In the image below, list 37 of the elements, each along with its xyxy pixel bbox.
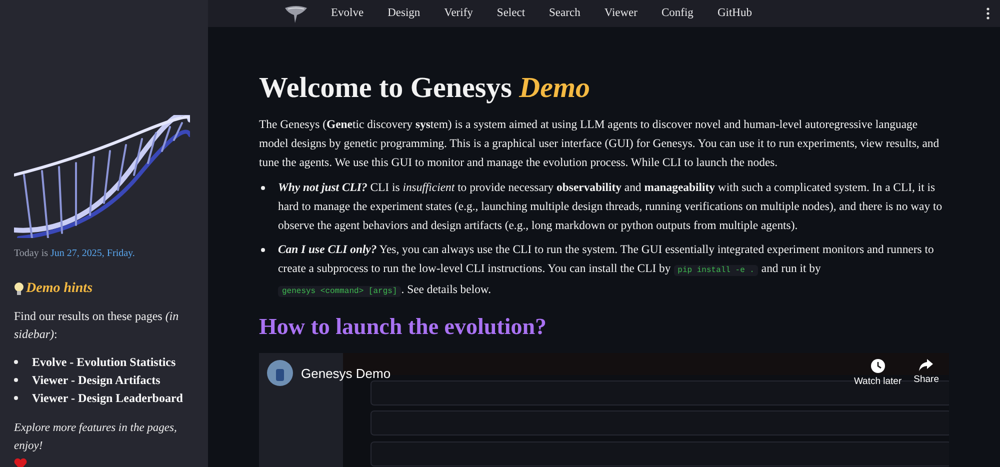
light-bulb-icon bbox=[14, 282, 24, 296]
share-icon bbox=[919, 359, 934, 371]
logo-icon[interactable] bbox=[283, 4, 309, 24]
hints-intro: Find our results on these pages (in sidebar): bbox=[14, 308, 180, 343]
section-heading: How to launch the evolution? bbox=[259, 313, 548, 341]
bullet-dot bbox=[261, 186, 265, 190]
bullet-dot bbox=[261, 248, 265, 252]
nav-link[interactable]: Design bbox=[376, 0, 432, 27]
channel-avatar-icon[interactable] bbox=[267, 360, 293, 386]
hint-item: Viewer - Design Leaderboard bbox=[32, 390, 183, 407]
inline-code: pip install -e . bbox=[674, 265, 758, 276]
bullet-text: Can I use CLI only? Yes, you can always use the CLI to run the system. The GUI essentially integrated experiment monitors and runners to create a subprocess to run the low-level CLI instructions. You can install the CLI by pip install -e . and run it by genesys <command> [args] . See details below. bbox=[278, 242, 935, 299]
nav-link[interactable]: Viewer bbox=[592, 0, 650, 27]
bullet-dot bbox=[14, 360, 18, 364]
bullet-dot bbox=[14, 396, 18, 400]
clock-icon bbox=[870, 359, 885, 373]
outro-text: Explore more features in the pages, enjoy! bbox=[14, 421, 178, 454]
hint-item: Viewer - Design Artifacts bbox=[32, 372, 160, 389]
nav-link[interactable]: Search bbox=[537, 0, 592, 27]
inline-code: genesys <command> [args] bbox=[278, 286, 402, 297]
watch-later-button[interactable]: Watch later bbox=[854, 359, 902, 387]
intro-paragraph: The Genesys (Genetic discovery system) is a system aimed at using LLM agents to discover novel and human-level autoregressive language model designs by genetic programming. This is a graphical user interface (GUI) for Genesys. You can use it to run experiments, view results, and tune the agents. We use this GUI to monitor and manage the evolution process. While CLI to launch the nodes. bbox=[259, 117, 940, 171]
menu-icon[interactable] bbox=[986, 7, 990, 20]
nav-link[interactable]: GitHub bbox=[705, 0, 764, 27]
bullet-text: Why not just CLI? CLI is insufficient to provide necessary observability and manageability with such a complicated system. In a CLI, it is hard to manage the experiment states (e.g., launching multiple design threads, running verifications on multiple nodes), and there is no way to observe the agent behaviors and design artifacts (e.g., long markdown or python outputs from multiple agents). bbox=[278, 180, 944, 234]
bullet-dot bbox=[14, 378, 18, 382]
date-text: Today is Jun 27, 2025, Friday. bbox=[14, 248, 136, 259]
nav-link[interactable]: Config bbox=[649, 0, 706, 27]
hints-title: Demo hints bbox=[26, 281, 93, 297]
nav-link[interactable]: Verify bbox=[432, 0, 485, 27]
video-title[interactable]: Genesys Demo bbox=[301, 366, 391, 380]
nav-link[interactable]: Evolve bbox=[319, 0, 376, 27]
share-button[interactable]: Share bbox=[914, 359, 939, 387]
heart-icon bbox=[14, 458, 27, 467]
nav-link[interactable]: Select bbox=[484, 0, 538, 27]
hint-item: Evolve - Evolution Statistics bbox=[32, 354, 176, 371]
page-title: Welcome to Genesys Demo bbox=[259, 71, 592, 106]
